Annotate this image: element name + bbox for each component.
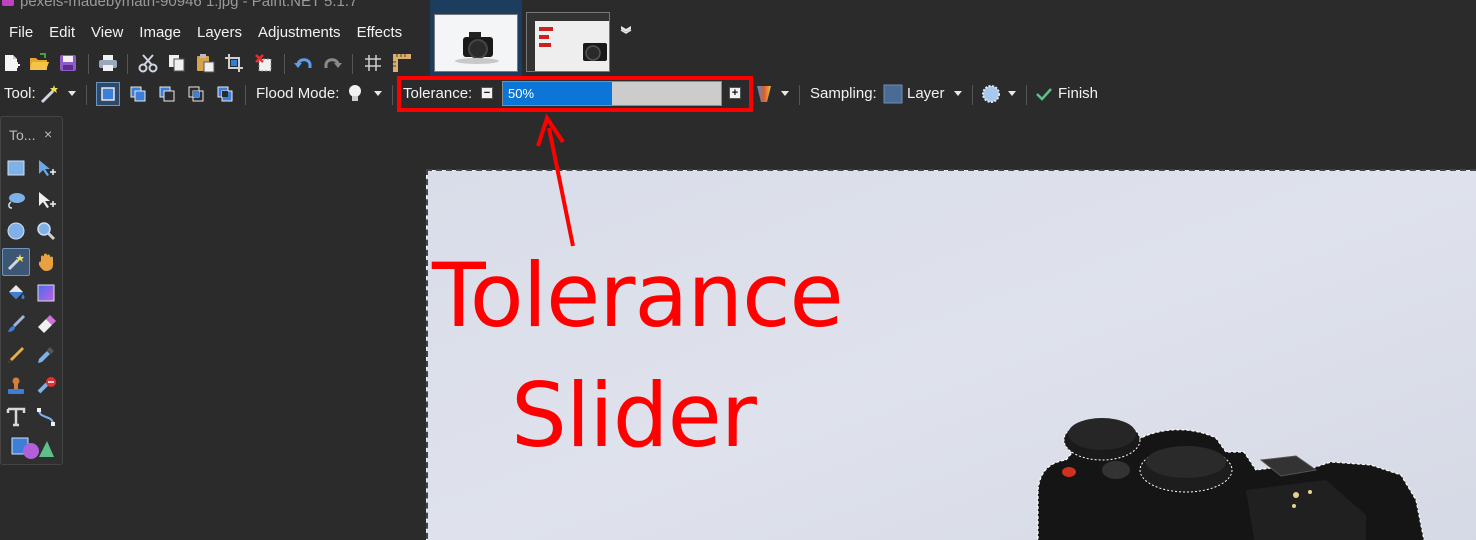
window-title: pexels-madebymath-90946 1.jpg - Paint.NE… [20,0,358,10]
line-curve-icon[interactable] [32,403,60,431]
tool-label: Tool: [4,85,36,102]
deselect-icon[interactable] [253,52,275,74]
save-icon[interactable] [57,52,79,74]
paint-net-window: pexels-madebymath-90946 1.jpg - Paint.NE… [0,0,1476,540]
menu-bar: File Edit View Image Layers Adjustments … [0,20,410,46]
toolbar-separator [284,54,285,74]
image-tab-active[interactable] [430,0,522,76]
zoom-icon[interactable] [32,217,60,245]
rectangle-select-icon[interactable] [2,154,30,182]
pan-hand-icon[interactable] [32,248,60,276]
antialiasing-icon[interactable] [979,82,1003,106]
menu-view[interactable]: View [83,20,131,46]
toolbar-separator [352,54,353,74]
gradient-icon[interactable] [32,279,60,307]
undo-icon[interactable] [293,52,315,74]
recolor-icon[interactable] [32,372,60,400]
menu-image[interactable]: Image [131,20,189,46]
sampling-dropdown-caret[interactable] [954,91,962,96]
flood-mode-label: Flood Mode: [256,85,340,102]
grid-icon[interactable] [362,52,384,74]
tabs-dropdown-icon[interactable] [619,23,633,37]
flood-mode-caret[interactable] [374,91,382,96]
open-folder-icon[interactable] [28,52,50,74]
selection-mode-intersect-icon[interactable] [184,82,208,106]
new-file-icon[interactable] [0,52,22,74]
image-thumbnail [434,14,518,72]
finish-button[interactable]: Finish [1058,85,1098,102]
sampling-label: Sampling: [810,85,877,102]
paintbrush-icon[interactable] [2,310,30,338]
cut-icon[interactable] [137,52,159,74]
image-thumbnail-2 [526,12,610,72]
move-selection-icon[interactable] [32,186,60,214]
color-gradient-icon[interactable] [752,82,776,106]
clone-stamp-icon[interactable] [2,372,30,400]
sampling-value[interactable]: Layer [907,85,945,102]
print-icon[interactable] [97,52,119,74]
tools-window-title: To... [9,127,36,143]
tool-dropdown-caret[interactable] [68,91,76,96]
annotation-arrow-icon [536,113,575,247]
color-picker-icon[interactable] [32,341,60,369]
menu-layers[interactable]: Layers [189,20,250,46]
menu-effects[interactable]: Effects [349,20,411,46]
annotation-highlight-box [397,76,753,112]
lasso-select-icon[interactable] [2,186,30,214]
toolbar-separator [127,54,128,74]
crop-to-selection-icon[interactable] [224,52,246,74]
magic-wand-tool-icon[interactable] [2,248,30,276]
eraser-icon[interactable] [32,310,60,338]
antialiasing-caret[interactable] [1008,91,1016,96]
flood-mode-bulb-icon[interactable] [343,82,367,106]
options-separator [86,85,87,105]
menu-file[interactable]: File [0,20,41,46]
paint-bucket-icon[interactable] [2,279,30,307]
options-separator [972,85,973,105]
ellipse-select-icon[interactable] [2,217,30,245]
toolbar-separator [88,54,89,74]
selection-mode-union-icon[interactable] [126,82,150,106]
selection-mode-replace-icon[interactable] [96,82,120,106]
selection-mode-xor-icon[interactable] [213,82,237,106]
menu-edit[interactable]: Edit [41,20,83,46]
options-separator [1026,85,1027,105]
sampling-layer-icon[interactable] [881,82,905,106]
options-separator [799,85,800,105]
ruler-icon[interactable] [391,52,413,74]
blend-dropdown-caret[interactable] [781,91,789,96]
selection-mode-exclude-icon[interactable] [155,82,179,106]
tools-window: To... × [0,116,63,465]
app-icon [2,0,14,6]
checkmark-icon[interactable] [1032,82,1056,106]
move-selected-icon[interactable] [32,154,60,182]
shapes-icon[interactable] [11,434,55,462]
image-tab-second[interactable] [526,0,618,76]
annotation-text-line2: Slider [511,364,757,467]
options-separator [392,85,393,105]
redo-icon[interactable] [321,52,343,74]
menu-adjustments[interactable]: Adjustments [250,20,349,46]
annotation-text-line1: Tolerance [432,244,844,347]
tools-window-close-icon[interactable]: × [44,126,52,142]
copy-icon[interactable] [166,52,188,74]
text-icon[interactable] [2,403,30,431]
pencil-icon[interactable] [2,341,30,369]
paste-icon[interactable] [194,52,216,74]
options-separator [245,85,246,105]
magic-wand-icon[interactable] [38,82,62,106]
title-bar: pexels-madebymath-90946 1.jpg - Paint.NE… [0,0,430,12]
